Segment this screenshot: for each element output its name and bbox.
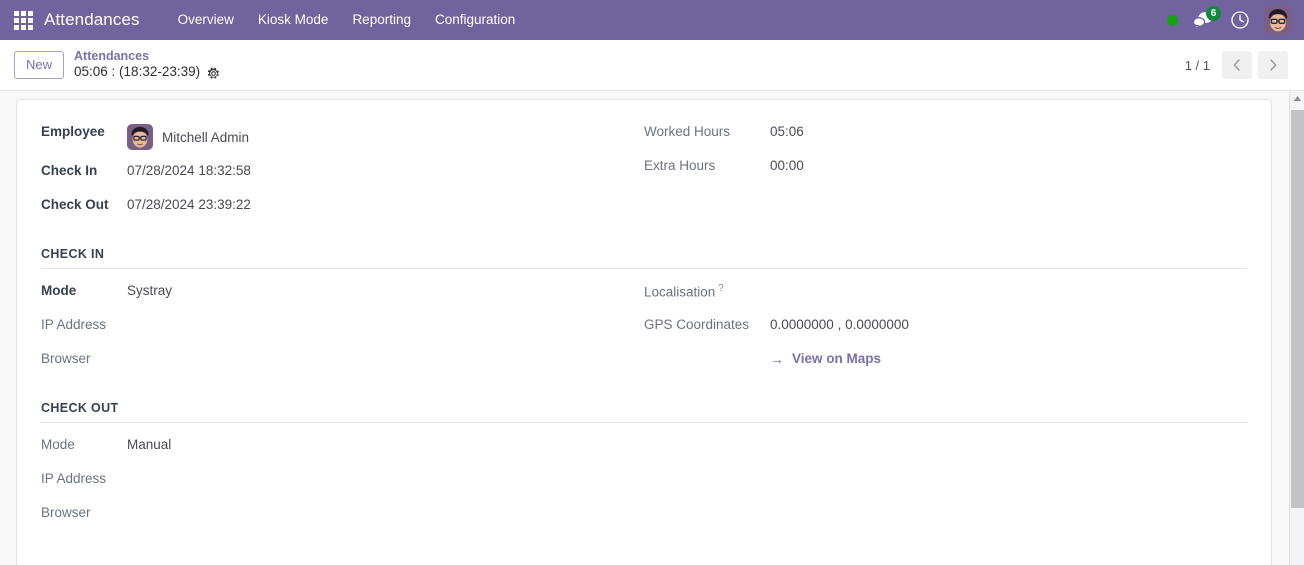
pager-previous-button[interactable] (1222, 51, 1252, 79)
view-on-maps-link[interactable]: → View on Maps (770, 351, 881, 366)
field-check-in-ip: IP Address (41, 309, 624, 343)
field-label-gps-coordinates: GPS Coordinates (644, 317, 750, 332)
section-title-check-out: CHECK OUT (41, 401, 1247, 423)
scrollbar-thumb[interactable] (1291, 110, 1304, 508)
field-localisation: Localisation? (644, 275, 1247, 309)
form-column-left: Employee Mitchell Admin Check In 07/28/2… (41, 116, 644, 223)
check-in-column-right: Localisation? GPS Coordinates 0.0000000 … (644, 275, 1247, 377)
breadcrumb-item-attendances[interactable]: Attendances (74, 49, 220, 65)
field-label-worked-hours: Worked Hours (644, 124, 731, 139)
employee-name: Mitchell Admin (162, 129, 250, 145)
employee-avatar (127, 124, 153, 150)
breadcrumb-current-record: 05:06 : (18:32-23:39) (74, 64, 201, 80)
breadcrumb: Attendances 05:06 : (18:32-23:39) (74, 49, 220, 82)
help-tooltip-icon[interactable]: ? (718, 283, 724, 294)
field-label-check-in: Check In (41, 163, 98, 178)
app-brand-title[interactable]: Attendances (44, 10, 140, 30)
clock-icon[interactable] (1230, 10, 1250, 30)
field-check-out: Check Out 07/28/2024 23:39:22 (41, 189, 624, 223)
top-navbar: Attendances Overview Kiosk Mode Reportin… (0, 0, 1304, 40)
field-label-localisation: Localisation? (644, 280, 770, 300)
check-out-column-left: Mode Manual IP Address Browser (41, 429, 644, 531)
user-avatar[interactable] (1264, 6, 1292, 34)
field-worked-hours: Worked Hours 05:06 (644, 116, 1247, 150)
section-title-check-in: CHECK IN (41, 247, 1247, 269)
field-check-in: Check In 07/28/2024 18:32:58 (41, 155, 624, 189)
field-label-check-in-browser: Browser (41, 351, 91, 366)
check-out-field-grid: Mode Manual IP Address Browser (41, 429, 1247, 531)
pager-next-button[interactable] (1258, 51, 1288, 79)
online-status-dot[interactable] (1167, 14, 1178, 26)
field-label-check-out-browser: Browser (41, 505, 91, 520)
apps-grid-icon[interactable] (12, 9, 34, 31)
pager: 1 / 1 (1185, 51, 1288, 79)
check-in-column-left: Mode Systray IP Address Browser (41, 275, 644, 377)
field-value-gps-coordinates: 0.0000000 , 0.0000000 (770, 317, 909, 332)
field-label-extra-hours: Extra Hours (644, 158, 716, 173)
field-label-check-out-mode: Mode (41, 437, 75, 452)
field-check-out-browser: Browser (41, 497, 624, 531)
pager-value: 1 / 1 (1184, 57, 1210, 73)
field-value-employee[interactable]: Mitchell Admin (127, 121, 249, 150)
check-out-column-right (644, 429, 1247, 531)
field-employee: Employee Mitchell Admin (41, 116, 624, 155)
nav-item-kiosk-mode[interactable]: Kiosk Mode (246, 3, 341, 37)
gear-icon[interactable] (207, 67, 220, 80)
navbar-menu: Overview Kiosk Mode Reporting Configurat… (166, 3, 528, 37)
scrollbar-track[interactable] (1290, 106, 1304, 565)
chevron-left-icon (1233, 59, 1240, 71)
localisation-label-text: Localisation (644, 284, 716, 300)
field-label-check-in-mode: Mode (41, 283, 77, 298)
field-label-check-out-ip: IP Address (41, 471, 107, 486)
field-value-check-out[interactable]: 07/28/2024 23:39:22 (127, 194, 251, 212)
field-value-extra-hours: 00:00 (770, 158, 804, 173)
scroll-up-arrow-icon[interactable] (1290, 91, 1304, 106)
field-value-check-in[interactable]: 07/28/2024 18:32:58 (127, 160, 251, 178)
field-gps-coordinates: GPS Coordinates 0.0000000 , 0.0000000 (644, 309, 1247, 343)
breadcrumb-current-row: 05:06 : (18:32-23:39) (74, 64, 220, 81)
field-value-view-on-maps: → View on Maps (770, 348, 881, 366)
field-extra-hours: Extra Hours 00:00 (644, 150, 1247, 184)
content-area: Employee Mitchell Admin Check In 07/28/2… (0, 91, 1304, 565)
field-check-in-browser: Browser (41, 343, 624, 377)
messages-icon[interactable]: 6 (1192, 6, 1221, 31)
field-label-view-on-maps-spacer (644, 348, 770, 351)
check-in-field-grid: Mode Systray IP Address Browser Localisa… (41, 275, 1247, 377)
view-on-maps-label: View on Maps (792, 351, 882, 366)
nav-item-reporting[interactable]: Reporting (340, 3, 423, 37)
record-form-sheet: Employee Mitchell Admin Check In 07/28/2… (16, 99, 1272, 565)
vertical-scrollbar[interactable] (1289, 91, 1304, 565)
field-check-out-mode: Mode Manual (41, 429, 624, 463)
messages-count-badge: 6 (1206, 6, 1221, 21)
field-value-check-out-mode: Manual (127, 437, 172, 452)
nav-item-overview[interactable]: Overview (166, 3, 246, 37)
arrow-right-icon: → (770, 350, 784, 367)
new-button[interactable]: New (14, 51, 65, 79)
navbar-systray: 6 (1167, 6, 1294, 34)
field-check-out-ip: IP Address (41, 463, 624, 497)
field-value-check-in-mode: Systray (127, 283, 173, 298)
form-column-right: Worked Hours 05:06 Extra Hours 00:00 (644, 116, 1247, 223)
field-view-on-maps: → View on Maps (644, 343, 1247, 377)
section-check-in: CHECK IN Mode Systray IP Address Browser (41, 247, 1247, 377)
main-field-grid: Employee Mitchell Admin Check In 07/28/2… (41, 116, 1247, 223)
field-value-worked-hours: 05:06 (770, 124, 804, 139)
field-label-check-in-ip: IP Address (41, 317, 107, 332)
chevron-right-icon (1270, 59, 1277, 71)
field-label-check-out: Check Out (41, 197, 109, 212)
nav-item-configuration[interactable]: Configuration (423, 3, 527, 37)
section-check-out: CHECK OUT Mode Manual IP Address Browser (41, 401, 1247, 531)
control-panel: New Attendances 05:06 : (18:32-23:39) 1 … (0, 40, 1304, 91)
field-check-in-mode: Mode Systray (41, 275, 624, 309)
field-label-employee: Employee (41, 124, 105, 139)
